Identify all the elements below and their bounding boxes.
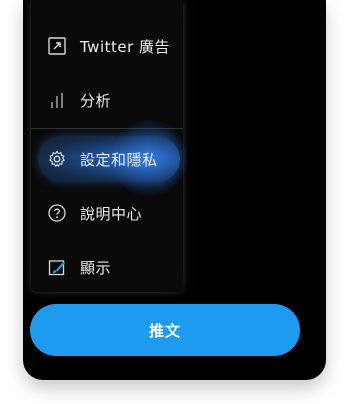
more-menu-popup: Twitter 廣告 分析 設定和隱私 說明中心 顯示 [31,0,187,294]
menu-item-help-center[interactable]: 說明中心 [31,186,183,240]
menu-item-label: 顯示 [80,258,112,277]
menu-item-label: 設定和隱私 [80,150,158,169]
analytics-bars-icon [46,89,68,111]
external-link-box-icon [46,35,68,57]
app-panel: Twitter 廣告 分析 設定和隱私 說明中心 顯示 推文 [23,0,326,380]
tweet-button[interactable]: 推文 [30,304,300,356]
menu-item-display[interactable]: 顯示 [31,240,183,294]
gear-icon [46,148,68,170]
menu-item-label: Twitter 廣告 [80,37,171,56]
help-circle-icon [46,202,68,224]
menu-item-settings-privacy[interactable]: 設定和隱私 [31,132,183,186]
menu-item-twitter-ads[interactable]: Twitter 廣告 [31,19,183,73]
menu-item-label: 分析 [80,91,112,110]
menu-item-label: 說明中心 [80,204,143,223]
display-brush-icon [46,256,68,278]
menu-item-analytics[interactable]: 分析 [31,73,183,127]
